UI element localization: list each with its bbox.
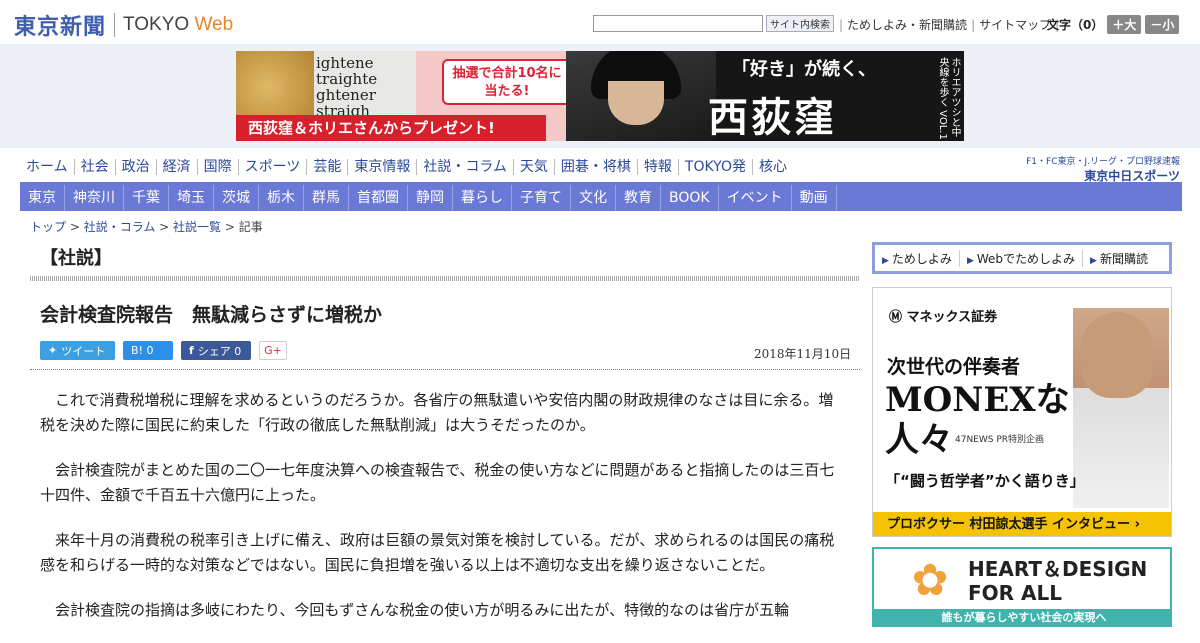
banner-strip: 西荻窪＆ホリエさんからプレゼント! xyxy=(236,115,546,141)
monex-icon: Ⓜ xyxy=(889,310,907,325)
link-sitemap[interactable]: サイトマップ xyxy=(979,16,1051,33)
arrow-right-icon: ▶ xyxy=(1090,255,1097,266)
subnav-item[interactable]: 教育 xyxy=(616,185,661,211)
font-size-label: 文字（0） xyxy=(1047,18,1104,32)
monex-ad[interactable]: Ⓜ マネックス証券 次世代の伴奏者 MONEXな 人々 47NEWS PR特別企画… xyxy=(872,287,1172,537)
sports-link[interactable]: F1・FC東京・J.リーグ・プロ野球速報 東京中日スポーツ xyxy=(1010,154,1180,184)
link-trial-subscribe[interactable]: ためしよみ・新聞購読 xyxy=(847,16,967,33)
nav-item[interactable]: 核心 xyxy=(753,159,793,175)
subnav-item[interactable]: 神奈川 xyxy=(65,185,124,211)
subnav-item[interactable]: イベント xyxy=(719,185,792,211)
nav-item[interactable]: 東京情報 xyxy=(348,159,418,175)
facebook-share-button[interactable]: f シェア 0 xyxy=(181,341,251,360)
nav-item[interactable]: 囲碁・将棋 xyxy=(555,159,638,175)
subscribe-paper[interactable]: ▶ 新聞購読 xyxy=(1083,250,1155,267)
breadcrumb: トップ > 社説・コラム > 社説一覧 > 記事 xyxy=(30,220,263,234)
nav-item[interactable]: 社説・コラム xyxy=(417,159,514,175)
font-smaller-button[interactable]: －小 xyxy=(1145,15,1180,34)
breadcrumb-current: 記事 xyxy=(238,220,263,234)
nav-item[interactable]: 芸能 xyxy=(307,159,349,175)
search-input[interactable] xyxy=(593,15,763,32)
nav-item[interactable]: 国際 xyxy=(198,159,239,175)
arrow-right-icon: ▶ xyxy=(966,255,974,266)
banner-side-text: ホリエアツシと中央線を歩く VOL.1 xyxy=(937,57,960,140)
breadcrumb-list[interactable]: 社説一覧 xyxy=(173,220,221,234)
breadcrumb-category[interactable]: 社説・コラム xyxy=(84,220,156,234)
social-buttons: ✦ ツイート B! 0 f シェア 0 G+ xyxy=(40,341,287,360)
subnav-item[interactable]: 東京 xyxy=(20,185,65,211)
google-plus-button[interactable]: G+ xyxy=(259,341,287,360)
nav-item[interactable]: ホーム xyxy=(20,159,75,175)
nav-item[interactable]: 天気 xyxy=(514,159,555,175)
subnav-item[interactable]: BOOK xyxy=(661,185,719,211)
hatena-bookmark-button[interactable]: B! 0 xyxy=(123,341,173,360)
ad-line1: 次世代の伴奏者 xyxy=(887,356,1021,378)
section-heading: 【社説】 xyxy=(40,248,112,269)
promo-banner[interactable]: ightene traighte ghtener straigh 抽選で合計10… xyxy=(236,51,964,141)
ad2-title: HEART＆DESIGN FOR ALL xyxy=(968,557,1148,605)
site-logo[interactable]: 東京新聞 TOKYO Web xyxy=(14,9,233,41)
section-rule xyxy=(30,276,860,281)
breadcrumb-top[interactable]: トップ xyxy=(30,220,66,234)
ad2-footer: 誰もが暮らしやすい社会の実現へ xyxy=(874,609,1170,625)
subnav-item[interactable]: 群馬 xyxy=(304,185,349,211)
article-title: 会計検査院報告 無駄減らさずに増税か xyxy=(40,304,383,326)
subnav-item[interactable]: 子育て xyxy=(512,185,571,211)
subnav-item[interactable]: 静岡 xyxy=(408,185,453,211)
ad-pr-label: 47NEWS PR特別企画 xyxy=(955,435,1045,445)
flower-logo-icon: ✿ xyxy=(911,555,949,606)
banner-headline: 「好き」が続く、 xyxy=(732,59,876,80)
ad-line2: MONEXな 人々 xyxy=(885,380,1070,460)
nav-item[interactable]: 経済 xyxy=(157,159,198,175)
primary-nav: ホーム 社会 政治 経済 国際 スポーツ 芸能 東京情報 社説・コラム 天気 囲碁・将棋 特報 TOKY… xyxy=(20,159,793,175)
secondary-nav: 東京 神奈川 千葉 埼玉 茨城 栃木 群馬 首都圏 静岡 暮らし 子育て 文化 教育 BOOK イベント 動画 xyxy=(20,185,1182,211)
tweet-button[interactable]: ✦ ツイート xyxy=(40,341,115,360)
ad-quote: 「“闘う哲学者”かく語りき」 xyxy=(885,472,1085,490)
subnav-item[interactable]: 千葉 xyxy=(124,185,169,211)
ad-footer: プロボクサー 村田諒太選手 インタビュー › xyxy=(873,512,1171,536)
facebook-icon: f xyxy=(189,344,194,357)
twitter-icon: ✦ xyxy=(48,344,58,357)
subnav-item[interactable]: 埼玉 xyxy=(169,185,214,211)
dotted-divider xyxy=(30,369,860,370)
paragraph: 会計検査院がまとめた国の二〇一七年度決算への検査報告で、税金の使い方などに問題が… xyxy=(40,461,835,504)
paragraph: 会計検査院の指摘は多岐にわたり、今回もずさんな税金の使い方が明るみに出たが、特徴… xyxy=(55,601,790,619)
font-larger-button[interactable]: ＋大 xyxy=(1107,15,1142,34)
heart-design-ad[interactable]: ✿ HEART＆DESIGN FOR ALL 誰もが暮らしやすい社会の実現へ xyxy=(872,547,1172,627)
banner-bubble: 抽選で合計10名に 当たる! xyxy=(442,59,572,105)
nav-item[interactable]: TOKYO発 xyxy=(679,159,753,175)
header-links: | ためしよみ・新聞購読 | サイトマップ | xyxy=(839,16,1060,33)
arrow-right-icon: ▶ xyxy=(882,255,889,266)
subscribe-trial[interactable]: ▶ ためしよみ xyxy=(875,249,960,267)
sports-link-sub: F1・FC東京・J.リーグ・プロ野球速報 xyxy=(1026,157,1180,167)
ad-person-head xyxy=(1081,312,1153,398)
subnav-item[interactable]: 文化 xyxy=(571,185,616,211)
nav-item[interactable]: 社会 xyxy=(75,159,116,175)
subscribe-web-trial[interactable]: ▶ Webでためしよみ xyxy=(960,249,1084,267)
search-button[interactable]: サイト内検索 xyxy=(766,15,834,32)
subnav-item[interactable]: 暮らし xyxy=(453,185,512,211)
subscribe-links: ▶ ためしよみ ▶ Webでためしよみ ▶ 新聞購読 xyxy=(872,242,1172,274)
article-date: 2018年11月10日 xyxy=(754,347,852,361)
nav-item[interactable]: 特報 xyxy=(638,159,679,175)
subnav-item[interactable]: 栃木 xyxy=(259,185,304,211)
logo-en: TOKYO Web xyxy=(123,14,234,35)
logo-divider xyxy=(114,13,116,37)
logo-jp: 東京新聞 xyxy=(14,14,107,40)
subnav-item[interactable]: 首都圏 xyxy=(349,185,408,211)
article-body: これで消費税増税に理解を求めるというのだろうか。各省庁の無駄遣いや安倍内閣の財政… xyxy=(40,388,845,643)
font-size-control: 文字（0） ＋大 －小 xyxy=(1047,15,1180,34)
site-search: サイト内検索 xyxy=(593,15,834,32)
monex-logo: Ⓜ マネックス証券 xyxy=(889,310,998,325)
subnav-item[interactable]: 動画 xyxy=(792,185,837,211)
nav-item[interactable]: スポーツ xyxy=(239,159,308,175)
subnav-item[interactable]: 茨城 xyxy=(214,185,259,211)
paragraph: 来年十月の消費税の税率引き上げに備え、政府は巨額の景気対策を検討している。だが、… xyxy=(40,531,835,574)
site-header: 東京新聞 TOKYO Web サイト内検索 | ためしよみ・新聞購読 | サイト… xyxy=(0,0,1200,44)
banner-place: 西荻窪 xyxy=(708,94,837,141)
nav-item[interactable]: 政治 xyxy=(116,159,157,175)
paragraph: これで消費税増税に理解を求めるというのだろうか。各省庁の無駄遣いや安倍内閣の財政… xyxy=(40,391,834,434)
